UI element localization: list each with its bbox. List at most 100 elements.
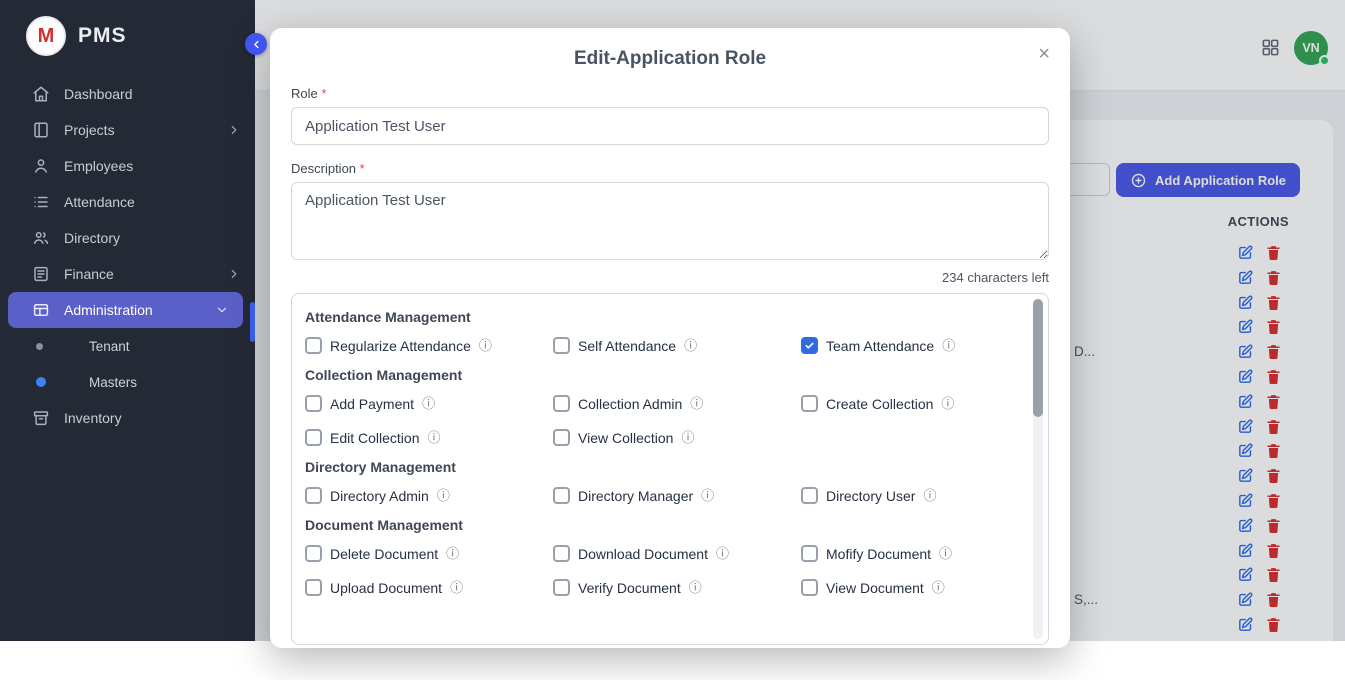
info-icon[interactable]: ⓘ: [690, 397, 703, 410]
checkbox-icon[interactable]: [305, 487, 322, 504]
permission-download-document[interactable]: Download Document ⓘ: [553, 545, 801, 562]
permission-edit-collection[interactable]: Edit Collectionⓘ: [305, 429, 553, 446]
info-icon[interactable]: ⓘ: [941, 397, 954, 410]
checkbox-icon[interactable]: [553, 337, 570, 354]
role-input[interactable]: [291, 107, 1049, 145]
sidebar-item-directory[interactable]: Directory: [0, 220, 255, 256]
permission-verify-document[interactable]: Verify Document ⓘ: [553, 579, 801, 596]
chevron-down-icon: [215, 303, 229, 317]
info-icon[interactable]: ⓘ: [942, 339, 955, 352]
permission-label: Directory Admin: [330, 488, 429, 504]
description-textarea[interactable]: Application Test User: [291, 182, 1049, 260]
permission-delete-document[interactable]: Delete Document ⓘ: [305, 545, 553, 562]
permission-mofify-document[interactable]: Mofify Document ⓘ: [801, 545, 1018, 562]
close-icon[interactable]: ×: [1034, 40, 1054, 68]
permission-label: Delete Document: [330, 546, 438, 562]
permission-directory-user[interactable]: Directory Userⓘ: [801, 487, 1018, 504]
sidebar-item-employees[interactable]: Employees: [0, 148, 255, 184]
sidebar-item-projects[interactable]: Projects: [0, 112, 255, 148]
sidebar-collapse-button[interactable]: [245, 33, 267, 55]
info-icon[interactable]: ⓘ: [939, 547, 952, 560]
permission-view-document[interactable]: View Documentⓘ: [801, 579, 1018, 596]
sidebar-item-label: Dashboard: [64, 86, 133, 102]
checkbox-icon[interactable]: [553, 545, 570, 562]
sidebar-item-attendance[interactable]: Attendance: [0, 184, 255, 220]
checkbox-icon[interactable]: [553, 579, 570, 596]
permission-label: Self Attendance: [578, 338, 676, 354]
sidebar-item-label: Attendance: [64, 194, 135, 210]
permission-upload-document[interactable]: Upload Documentⓘ: [305, 579, 553, 596]
logo-icon: M: [26, 16, 66, 56]
permission-label: Download Document: [578, 546, 708, 562]
permission-view-collection[interactable]: View Collectionⓘ: [553, 429, 801, 446]
checkbox-icon[interactable]: [801, 545, 818, 562]
sidebar-item-label: Directory: [64, 230, 120, 246]
info-icon[interactable]: ⓘ: [923, 489, 936, 502]
info-icon[interactable]: ⓘ: [716, 547, 729, 560]
permission-group-title: Collection Management: [305, 367, 1018, 383]
permissions-scrollbar[interactable]: [1033, 299, 1043, 639]
checkbox-icon[interactable]: [305, 337, 322, 354]
checkbox-icon[interactable]: [553, 395, 570, 412]
info-icon[interactable]: ⓘ: [689, 581, 702, 594]
permission-label: Add Payment: [330, 396, 414, 412]
chevron-right-icon: [227, 123, 241, 137]
permission-label: Mofify Document: [826, 546, 931, 562]
checkbox-icon[interactable]: [305, 545, 322, 562]
app-logo: M PMS: [0, 0, 255, 72]
info-icon[interactable]: ⓘ: [446, 547, 459, 560]
info-icon[interactable]: ⓘ: [681, 431, 694, 444]
checkbox-icon[interactable]: [801, 579, 818, 596]
info-icon[interactable]: ⓘ: [932, 581, 945, 594]
permission-label: Verify Document: [578, 580, 681, 596]
permission-group-title: Directory Management: [305, 459, 1018, 475]
sidebar-item-dashboard[interactable]: Dashboard: [0, 76, 255, 112]
permission-directory-manager[interactable]: Directory Manager ⓘ: [553, 487, 801, 504]
sidebar-item-label: Finance: [64, 266, 114, 282]
home-icon: [32, 85, 50, 103]
info-icon[interactable]: ⓘ: [450, 581, 463, 594]
info-icon[interactable]: ⓘ: [422, 397, 435, 410]
permission-regularize-attendance[interactable]: Regularize Attendanceⓘ: [305, 337, 553, 354]
checkbox-icon[interactable]: [305, 429, 322, 446]
admin-icon: [32, 301, 50, 319]
sidebar-item-label: Employees: [64, 158, 133, 174]
info-icon[interactable]: ⓘ: [437, 489, 450, 502]
required-asterisk: *: [321, 86, 326, 101]
sidebar-item-administration[interactable]: Administration: [8, 292, 243, 328]
checkbox-icon[interactable]: [801, 395, 818, 412]
permission-label: Directory Manager: [578, 488, 693, 504]
permission-add-payment[interactable]: Add Payment ⓘ: [305, 395, 553, 412]
permission-grid: Regularize AttendanceⓘSelf AttendanceⓘTe…: [305, 337, 1018, 354]
scrollbar-thumb[interactable]: [1033, 299, 1043, 417]
checkbox-icon[interactable]: [553, 429, 570, 446]
permission-self-attendance[interactable]: Self Attendance ⓘ: [553, 337, 801, 354]
sidebar-nav: Dashboard Projects Employees Attendance Dire…: [0, 72, 255, 436]
sidebar-item-masters[interactable]: Masters: [0, 364, 255, 400]
sidebar-item-tenant[interactable]: Tenant: [0, 328, 255, 364]
sidebar-item-label: Projects: [64, 122, 115, 138]
info-icon[interactable]: ⓘ: [428, 431, 441, 444]
permission-directory-admin[interactable]: Directory Admin ⓘ: [305, 487, 553, 504]
info-icon[interactable]: ⓘ: [684, 339, 697, 352]
store-icon: [32, 409, 50, 427]
info-icon[interactable]: ⓘ: [479, 339, 492, 352]
permission-collection-admin[interactable]: Collection Adminⓘ: [553, 395, 801, 412]
permission-grid: Directory AdminⓘDirectory ManagerⓘDirect…: [305, 487, 1018, 504]
permission-create-collection[interactable]: Create Collectionⓘ: [801, 395, 1018, 412]
bullet-icon: [36, 343, 43, 350]
description-label: Description *: [291, 161, 1049, 176]
checkbox-icon[interactable]: [553, 487, 570, 504]
sidebar-item-inventory[interactable]: Inventory: [0, 400, 255, 436]
sidebar-item-finance[interactable]: Finance: [0, 256, 255, 292]
checkbox-icon[interactable]: [305, 579, 322, 596]
sidebar-item-label: Administration: [64, 302, 153, 318]
permission-grid: Add PaymentⓘCollection AdminⓘCreate Coll…: [305, 395, 1018, 446]
checkbox-checked-icon[interactable]: [801, 337, 818, 354]
checkbox-icon[interactable]: [305, 395, 322, 412]
permission-team-attendance[interactable]: Team Attendanceⓘ: [801, 337, 1018, 354]
checkbox-icon[interactable]: [801, 487, 818, 504]
modal-title: Edit-Application Role: [291, 48, 1049, 70]
edit-application-role-modal: Edit-Application Role × Role * Descripti…: [270, 28, 1070, 648]
info-icon[interactable]: ⓘ: [701, 489, 714, 502]
